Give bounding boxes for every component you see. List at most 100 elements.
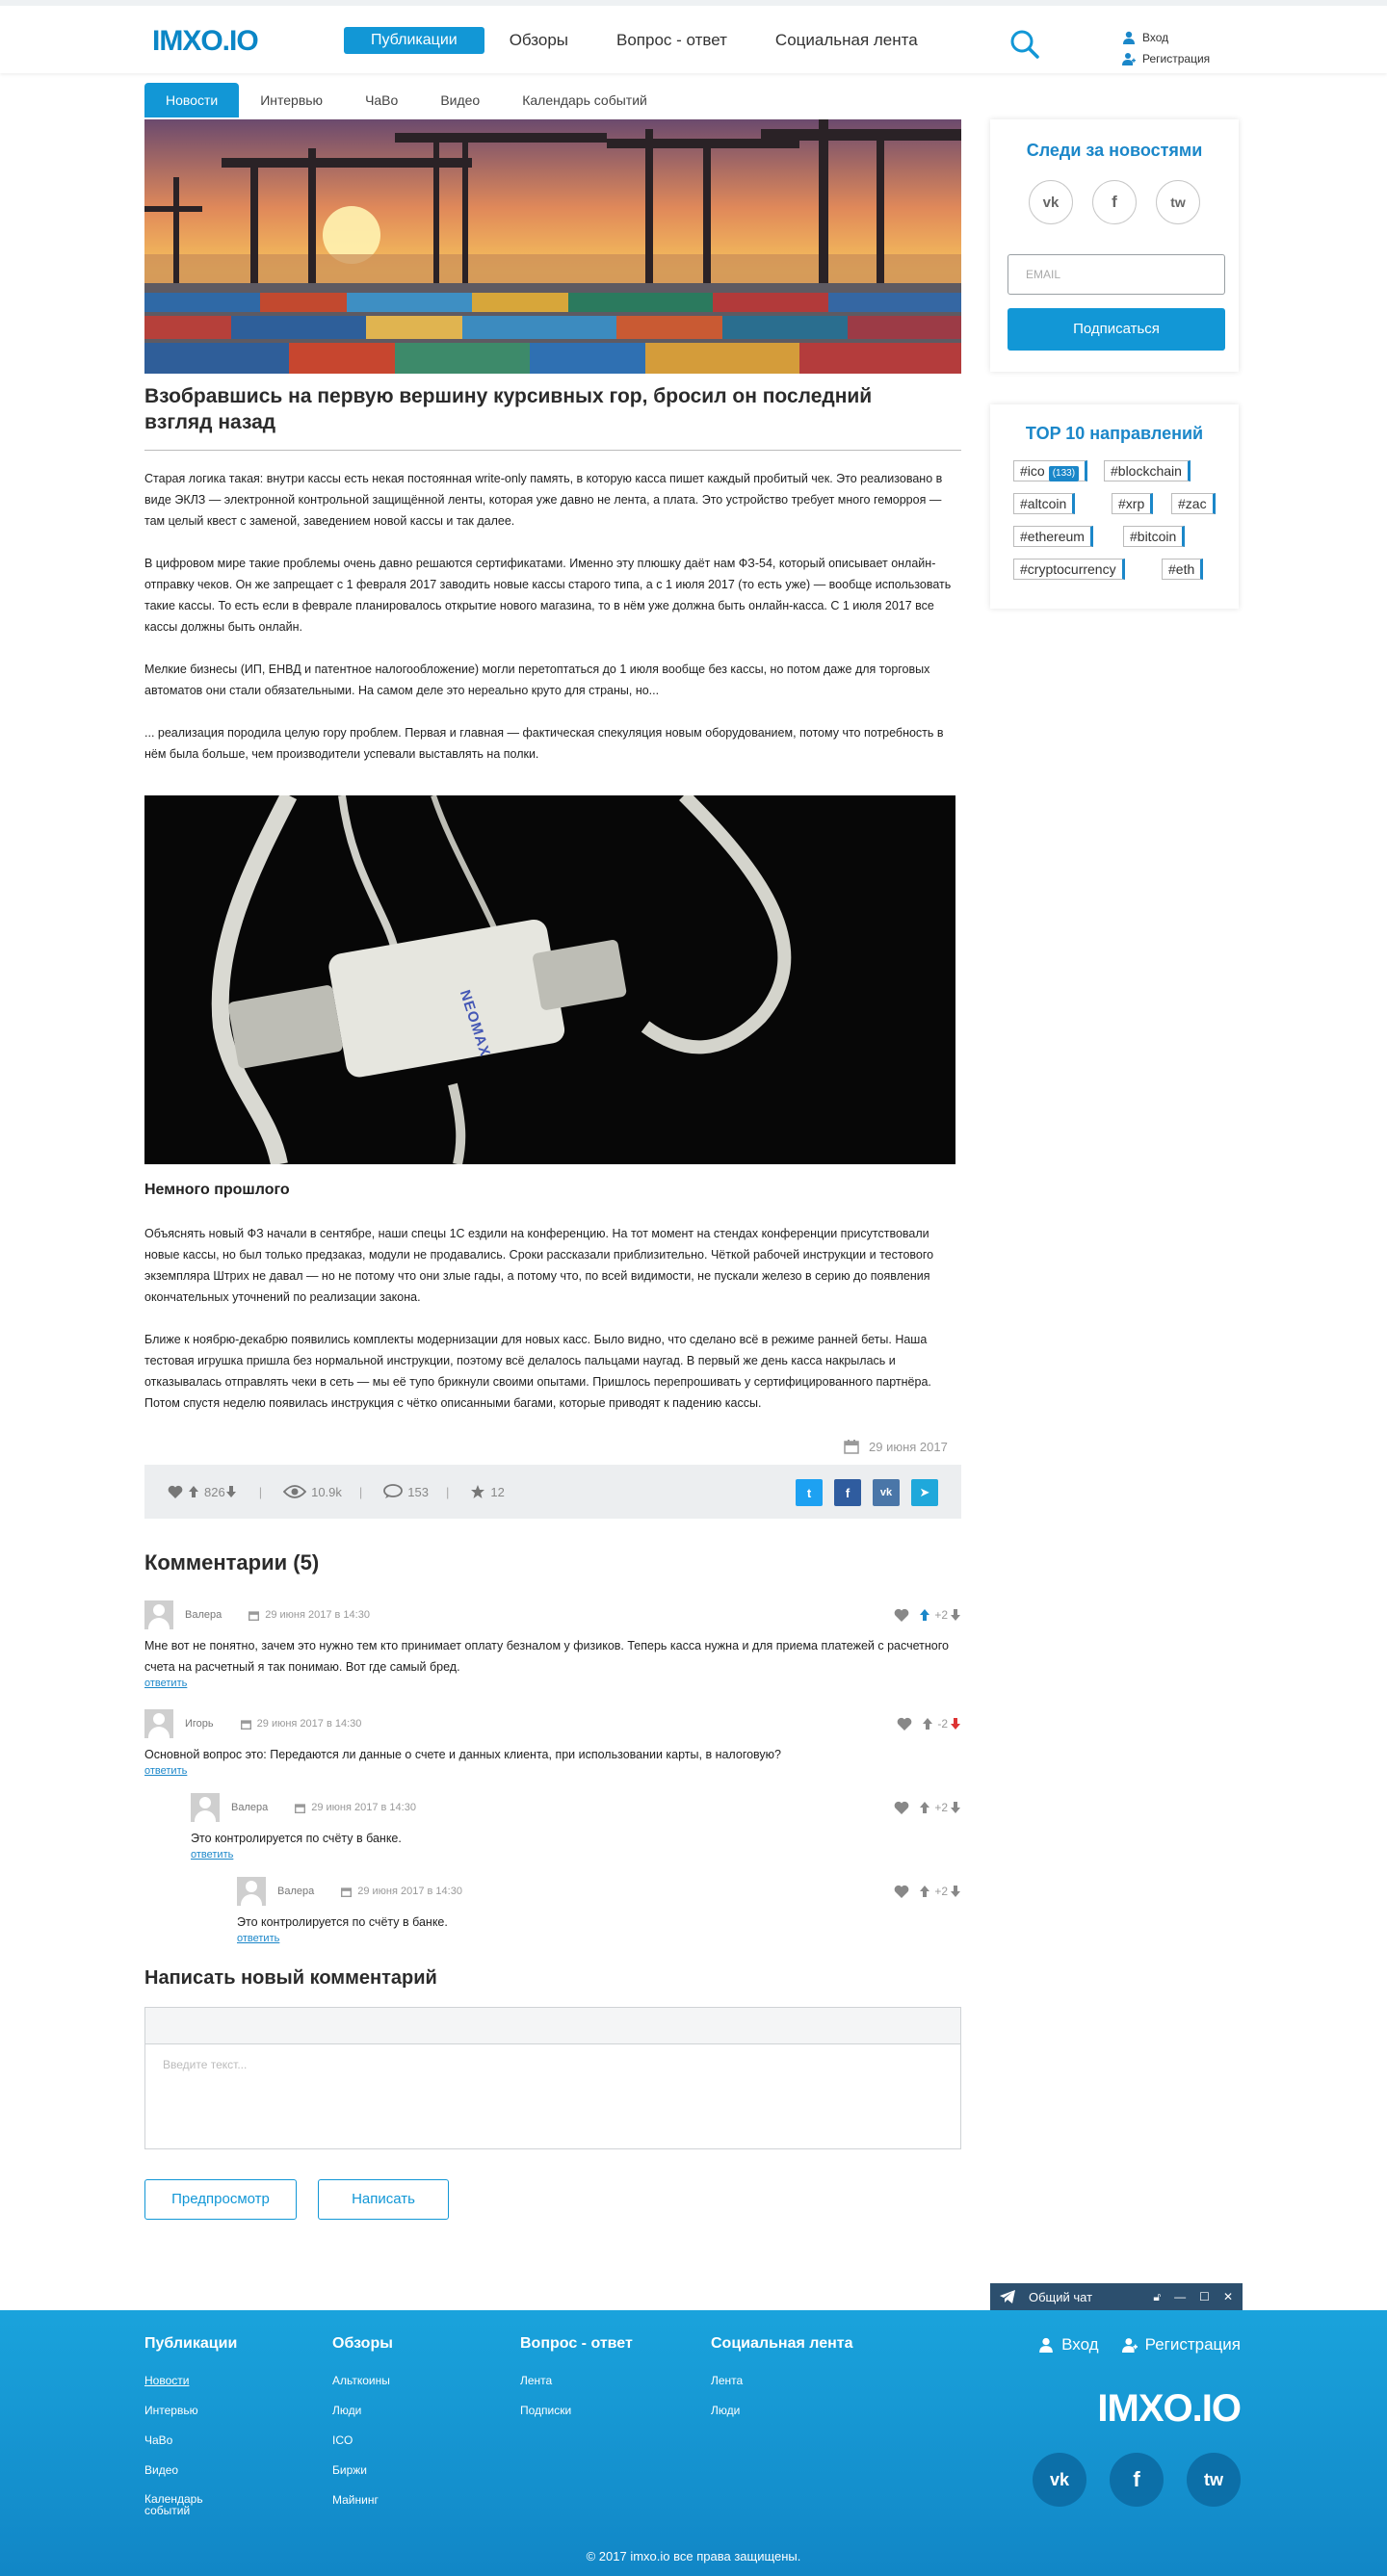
arrow-down-icon[interactable] [950, 1717, 961, 1730]
footer-link[interactable]: Новости [144, 2374, 237, 2404]
arrow-down-icon[interactable] [950, 1801, 961, 1814]
nav-qa[interactable]: Вопрос - ответ [613, 27, 731, 54]
footer-link[interactable]: Майнинг [332, 2493, 393, 2523]
register-link[interactable]: Регистрация [1122, 48, 1210, 69]
tab-faq[interactable]: ЧаВо [344, 83, 419, 117]
avatar[interactable] [191, 1793, 220, 1822]
heart-icon[interactable] [894, 1801, 909, 1814]
share-facebook-button[interactable]: f [834, 1479, 861, 1506]
footer-col-publications: Публикации Новости Интервью ЧаВо Видео К… [144, 2335, 237, 2523]
footer-link[interactable]: ЧаВо [144, 2433, 237, 2463]
chat-bar[interactable]: Общий чат 🔓︎ — ☐ ✕ [990, 2283, 1243, 2310]
footer-link[interactable]: Альткоины [332, 2374, 393, 2404]
arrow-up-icon[interactable] [919, 1885, 930, 1898]
arrow-up-icon[interactable] [188, 1485, 199, 1498]
heart-icon[interactable] [897, 1717, 912, 1730]
footer-link[interactable]: Биржи [332, 2463, 393, 2493]
subscribe-button[interactable]: Подписаться [1008, 308, 1225, 351]
tag-bitcoin[interactable]: #bitcoin [1123, 526, 1186, 547]
tab-interviews[interactable]: Интервью [239, 83, 344, 117]
site-logo[interactable]: IMXO.IO [152, 25, 259, 58]
comment-date-text: 29 июня 2017 в 14:30 [256, 1718, 362, 1730]
footer-col-title[interactable]: Обзоры [332, 2335, 393, 2353]
comment-author[interactable]: Валера [231, 1802, 268, 1813]
maximize-icon[interactable]: ☐ [1199, 2290, 1210, 2304]
footer-col-title[interactable]: Социальная лента [711, 2335, 853, 2353]
vk-icon[interactable]: vk [1029, 180, 1073, 224]
footer-link[interactable]: Люди [332, 2404, 393, 2433]
footer-login-link[interactable]: Вход [1038, 2335, 1099, 2355]
share-vk-button[interactable]: vk [873, 1479, 900, 1506]
footer-link[interactable]: ICO [332, 2433, 393, 2463]
close-icon[interactable]: ✕ [1223, 2290, 1233, 2304]
reply-link[interactable]: ответить [191, 1849, 961, 1860]
comment-text: Основной вопрос это: Передаются ли данны… [144, 1748, 781, 1761]
tag-blockchain[interactable]: #blockchain [1104, 460, 1191, 481]
avatar[interactable] [144, 1709, 173, 1738]
footer-link[interactable]: Подписки [520, 2404, 633, 2433]
arrow-down-icon[interactable] [950, 1608, 961, 1622]
comment-author[interactable]: Игорь [185, 1718, 214, 1730]
arrow-up-icon[interactable] [919, 1801, 930, 1814]
nav-social-feed[interactable]: Социальная лента [772, 27, 922, 54]
footer-col-title[interactable]: Публикации [144, 2335, 237, 2353]
article-subheading: Немного прошлого [144, 1182, 290, 1198]
comment-author[interactable]: Валера [277, 1886, 314, 1897]
arrow-down-icon[interactable] [950, 1885, 961, 1898]
site-header: IMXO.IO Публикации Обзоры Вопрос - ответ… [0, 0, 1387, 73]
tag-zac[interactable]: #zac [1171, 493, 1216, 514]
avatar[interactable] [144, 1600, 173, 1629]
reply-link[interactable]: ответить [144, 1678, 961, 1689]
reply-link[interactable]: ответить [237, 1933, 961, 1944]
comment-editor[interactable]: Введите текст... [144, 2007, 961, 2149]
footer-link[interactable]: Видео [144, 2463, 237, 2493]
login-link[interactable]: Вход [1122, 27, 1210, 48]
tab-video[interactable]: Видео [419, 83, 501, 117]
facebook-icon[interactable]: f [1110, 2453, 1164, 2507]
arrow-up-icon[interactable] [919, 1608, 930, 1622]
comment-date: 29 июня 2017 в 14:30 [295, 1802, 416, 1813]
tag-xrp[interactable]: #xrp [1112, 493, 1154, 514]
twitter-icon[interactable]: tw [1187, 2453, 1241, 2507]
footer-link[interactable]: Лента [520, 2374, 633, 2404]
footer-col-title[interactable]: Вопрос - ответ [520, 2335, 633, 2353]
comments-stat: 153 [383, 1484, 429, 1499]
minimize-icon[interactable]: — [1174, 2290, 1186, 2304]
comment-textarea[interactable]: Введите текст... [145, 2044, 960, 2085]
footer-link[interactable]: Интервью [144, 2404, 237, 2433]
comment-date: 29 июня 2017 в 14:30 [249, 1609, 370, 1621]
email-field[interactable]: EMAIL [1008, 254, 1225, 295]
avatar[interactable] [237, 1877, 266, 1906]
footer-register-link[interactable]: Регистрация [1121, 2335, 1241, 2355]
footer-link[interactable]: Люди [711, 2404, 853, 2433]
share-twitter-button[interactable]: t [796, 1479, 823, 1506]
twitter-icon[interactable]: tw [1156, 180, 1200, 224]
nav-publications[interactable]: Публикации [344, 27, 484, 54]
tab-events-calendar[interactable]: Календарь событий [501, 83, 668, 117]
heart-icon[interactable] [168, 1485, 183, 1498]
vk-icon[interactable]: vk [1033, 2453, 1086, 2507]
footer-link[interactable]: Лента [711, 2374, 853, 2404]
arrow-down-icon[interactable] [225, 1485, 237, 1498]
tag-cryptocurrency[interactable]: #cryptocurrency [1013, 559, 1125, 580]
preview-button[interactable]: Предпросмотр [144, 2179, 297, 2220]
footer-logo[interactable]: IMXO.IO [1097, 2387, 1242, 2431]
nav-reviews[interactable]: Обзоры [506, 27, 572, 54]
arrow-up-icon[interactable] [922, 1717, 933, 1730]
tag-eth[interactable]: #eth [1162, 559, 1204, 580]
unlock-icon[interactable]: 🔓︎ [1153, 2290, 1161, 2304]
share-telegram-button[interactable]: ➤ [911, 1479, 938, 1506]
footer-link[interactable]: Календарь событий [144, 2493, 222, 2523]
submit-comment-button[interactable]: Написать [318, 2179, 449, 2220]
tag-ethereum[interactable]: #ethereum [1013, 526, 1093, 547]
facebook-icon[interactable]: f [1092, 180, 1137, 224]
tag-ico[interactable]: #ico (133) [1013, 460, 1088, 481]
heart-icon[interactable] [894, 1885, 909, 1898]
heart-icon[interactable] [894, 1608, 909, 1622]
tag-altcoin[interactable]: #altcoin [1013, 493, 1076, 514]
star-icon[interactable] [470, 1484, 485, 1499]
tab-news[interactable]: Новости [144, 83, 240, 117]
comment-author[interactable]: Валера [185, 1609, 222, 1621]
search-icon[interactable] [1009, 29, 1040, 60]
reply-link[interactable]: ответить [144, 1765, 961, 1777]
